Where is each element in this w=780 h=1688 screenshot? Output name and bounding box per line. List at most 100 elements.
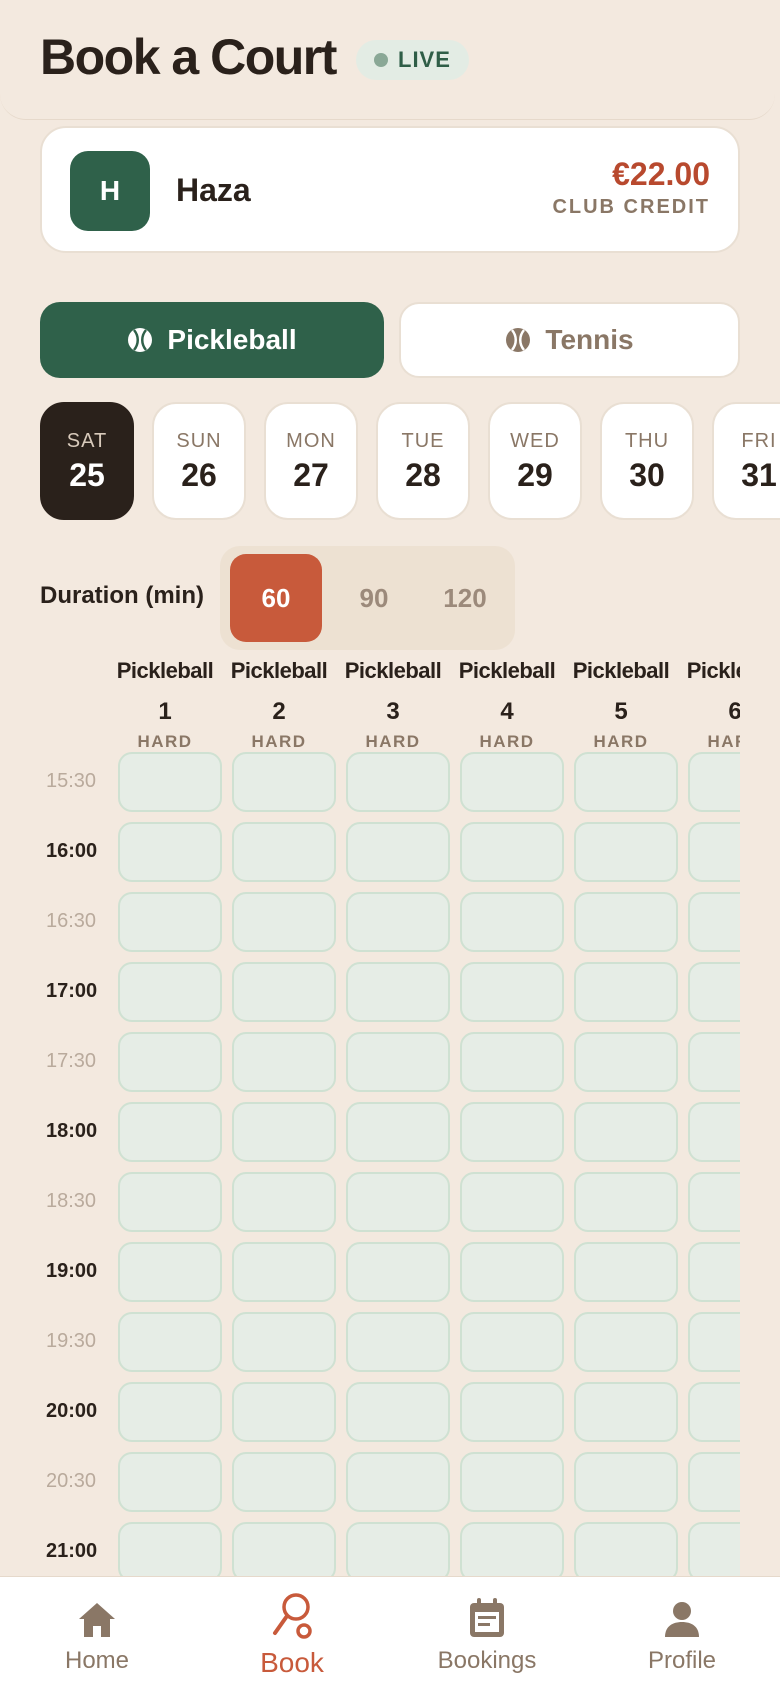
time-slot[interactable] <box>688 1242 740 1302</box>
time-slot[interactable] <box>118 1312 222 1372</box>
time-slot[interactable] <box>346 1312 450 1372</box>
day-name: MON <box>286 430 336 452</box>
time-slot[interactable] <box>232 822 336 882</box>
time-slot[interactable] <box>118 822 222 882</box>
time-slot[interactable] <box>232 1032 336 1092</box>
time-slot[interactable] <box>346 962 450 1022</box>
duration-option-120[interactable]: 120 <box>420 554 510 642</box>
time-slot[interactable] <box>460 1452 564 1512</box>
time-slot[interactable] <box>460 962 564 1022</box>
nav-profile[interactable]: Profile <box>607 1595 757 1675</box>
time-slot[interactable] <box>460 752 564 812</box>
time-slot[interactable] <box>346 822 450 882</box>
time-slot[interactable] <box>346 1032 450 1092</box>
duration-option-90[interactable]: 90 <box>332 554 416 642</box>
time-slot[interactable] <box>232 892 336 952</box>
time-slot[interactable] <box>688 1172 740 1232</box>
time-slot[interactable] <box>232 1172 336 1232</box>
court-surface: HARD <box>479 732 535 751</box>
day-chip-tue[interactable]: TUE 28 <box>376 402 470 520</box>
time-label: 16:30 <box>46 910 97 932</box>
time-slot[interactable] <box>346 1522 450 1576</box>
time-slot[interactable] <box>118 1452 222 1512</box>
time-slot[interactable] <box>118 1382 222 1442</box>
day-chip-sat[interactable]: SAT 25 <box>40 402 134 520</box>
court-header: Pickleball 1 HARD <box>110 658 220 752</box>
time-slot[interactable] <box>118 1522 222 1576</box>
time-slot[interactable] <box>574 1312 678 1372</box>
nav-bookings[interactable]: Bookings <box>412 1595 562 1675</box>
time-label: 19:30 <box>46 1330 97 1352</box>
time-slot[interactable] <box>688 822 740 882</box>
time-slot[interactable] <box>346 1172 450 1232</box>
time-slot[interactable] <box>460 1102 564 1162</box>
time-slot[interactable] <box>118 752 222 812</box>
time-slot[interactable] <box>232 1242 336 1302</box>
time-slot[interactable] <box>232 1452 336 1512</box>
time-slot[interactable] <box>232 1522 336 1576</box>
time-slot[interactable] <box>460 892 564 952</box>
time-slot[interactable] <box>688 752 740 812</box>
time-slot[interactable] <box>460 1312 564 1372</box>
time-slot[interactable] <box>346 1102 450 1162</box>
time-slot[interactable] <box>460 1242 564 1302</box>
time-label: 20:00 <box>46 1400 98 1422</box>
time-slot[interactable] <box>460 1172 564 1232</box>
day-chip-thu[interactable]: THU 30 <box>600 402 694 520</box>
time-slot[interactable] <box>118 962 222 1022</box>
day-chip-sun[interactable]: SUN 26 <box>152 402 246 520</box>
time-slot[interactable] <box>346 1452 450 1512</box>
day-chip-fri[interactable]: FRI 31 <box>712 402 780 520</box>
time-slot[interactable] <box>688 962 740 1022</box>
time-slot[interactable] <box>574 1382 678 1442</box>
time-slot[interactable] <box>574 1242 678 1302</box>
time-slot[interactable] <box>574 822 678 882</box>
time-slot[interactable] <box>574 1172 678 1232</box>
time-slot[interactable] <box>574 1032 678 1092</box>
nav-book[interactable]: Book <box>217 1593 367 1679</box>
time-slot[interactable] <box>118 1032 222 1092</box>
time-slot[interactable] <box>118 892 222 952</box>
duration-option-60[interactable]: 60 <box>230 554 322 642</box>
time-slot[interactable] <box>346 1382 450 1442</box>
time-slot[interactable] <box>574 892 678 952</box>
day-chip-mon[interactable]: MON 27 <box>264 402 358 520</box>
time-slot[interactable] <box>460 1522 564 1576</box>
time-slot[interactable] <box>574 1102 678 1162</box>
account-card[interactable]: H Haza €22.00 CLUB CREDIT <box>40 126 740 253</box>
court-number: 1 <box>158 698 172 725</box>
time-slot[interactable] <box>232 1382 336 1442</box>
time-slot[interactable] <box>118 1242 222 1302</box>
time-slot[interactable] <box>460 1382 564 1442</box>
time-slot[interactable] <box>460 822 564 882</box>
day-chip-wed[interactable]: WED 29 <box>488 402 582 520</box>
sport-tab-tennis[interactable]: Tennis <box>399 302 740 378</box>
time-slot[interactable] <box>232 752 336 812</box>
court-number: 2 <box>272 698 286 725</box>
time-slot[interactable] <box>118 1102 222 1162</box>
time-slot[interactable] <box>688 1102 740 1162</box>
time-slot[interactable] <box>574 1452 678 1512</box>
time-slot[interactable] <box>460 1032 564 1092</box>
day-number: 29 <box>517 457 553 493</box>
time-slot[interactable] <box>574 1522 678 1576</box>
court-header: Pickleball 2 HARD <box>224 658 334 752</box>
time-slot[interactable] <box>574 962 678 1022</box>
time-slot[interactable] <box>688 1312 740 1372</box>
nav-home[interactable]: Home <box>22 1595 172 1675</box>
time-slot[interactable] <box>688 1032 740 1092</box>
time-slot[interactable] <box>232 962 336 1022</box>
time-slot[interactable] <box>232 1312 336 1372</box>
time-slot[interactable] <box>346 752 450 812</box>
time-slot[interactable] <box>346 892 450 952</box>
sport-tab-pickleball[interactable]: Pickleball <box>40 302 384 378</box>
time-slot[interactable] <box>574 752 678 812</box>
time-slot[interactable] <box>688 1382 740 1442</box>
time-slot[interactable] <box>688 892 740 952</box>
time-slot[interactable] <box>688 1452 740 1512</box>
time-slot[interactable] <box>688 1522 740 1576</box>
account-name: Haza <box>176 172 251 208</box>
time-slot[interactable] <box>346 1242 450 1302</box>
time-slot[interactable] <box>118 1172 222 1232</box>
time-slot[interactable] <box>232 1102 336 1162</box>
